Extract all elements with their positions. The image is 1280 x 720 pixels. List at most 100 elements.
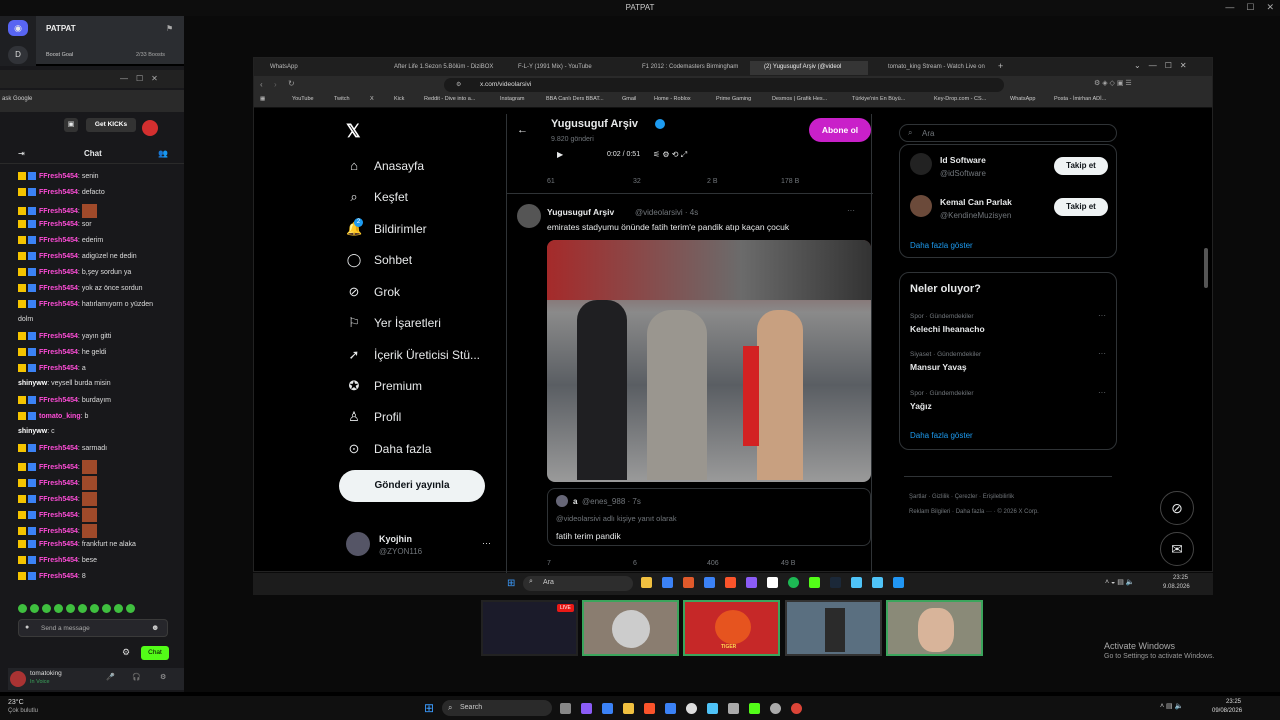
view-count[interactable]: 178 B [781,178,799,185]
tab-dizibox[interactable]: After Life 1.Sezon 5.Bölüm - DiziBOX [380,61,500,75]
bookmark[interactable]: X [370,96,374,102]
forward-icon[interactable]: › [274,80,277,89]
users-icon[interactable]: 👥 [158,149,168,158]
chat-username[interactable]: FFresh5454 [39,269,78,276]
reload-icon[interactable]: ↻ [288,79,295,88]
chat-username[interactable]: FFresh5454 [39,528,78,535]
avatar[interactable] [910,153,932,175]
more-icon[interactable]: ··· [1098,311,1106,320]
follow-suggestion-name[interactable]: Kemal Can Parlak [940,197,1012,207]
nav-more[interactable]: ⊙ Daha fazla [346,441,432,457]
show-more-link[interactable]: Daha fazla göster [910,431,973,440]
app-icon[interactable] [686,703,697,714]
chat-username[interactable]: FFresh5454 [39,464,78,471]
repost-count[interactable]: 6 [633,560,637,567]
chat-username[interactable]: FFresh5454 [39,173,78,180]
server-name[interactable]: PATPAT [46,24,76,33]
thumbnail-user[interactable] [886,600,983,656]
app-icon[interactable] [728,703,739,714]
more-icon[interactable]: ··· [847,206,855,215]
reply-count[interactable]: 7 [547,560,551,567]
app-icon[interactable] [725,577,736,588]
show-more-link[interactable]: Daha fazla göster [910,241,973,250]
footer-link[interactable]: Reklam Bilgileri [909,509,950,515]
chat-username[interactable]: FFresh5454 [39,333,78,340]
tab-youtube[interactable]: F-L-Y (1991 Mix) - YouTube [504,61,624,75]
collapse-icon[interactable]: ⇥ [18,149,25,158]
nav-profile[interactable]: ♙ Profil [346,409,401,425]
app-icon[interactable] [872,577,883,588]
app-icon[interactable] [851,577,862,588]
bookmark[interactable]: Home - Roblox [654,96,691,102]
chat-username[interactable]: FFresh5454 [39,480,78,487]
chat-username[interactable]: FFresh5454 [39,445,78,452]
trend-name[interactable]: Mansur Yavaş [910,362,967,372]
tab-kick[interactable]: tomato_king Stream - Watch Live on [874,61,994,75]
app-icon[interactable] [644,703,655,714]
nav-chat[interactable]: ◯ Sohbet [346,252,412,268]
avatar[interactable] [910,195,932,217]
like-count[interactable]: 406 [707,560,719,567]
bookmark[interactable]: Reddit - Dive into a... [424,96,475,102]
emote-icon[interactable] [66,604,75,613]
emote-icon[interactable] [30,604,39,613]
chat-send-button[interactable]: Chat [141,646,169,660]
app-icon[interactable] [665,703,676,714]
emoji-icon[interactable]: ☻ [151,623,159,632]
subscribe-button[interactable]: Abone ol [809,118,871,142]
app-icon[interactable] [662,577,673,588]
thumbnail-user[interactable] [582,600,679,656]
app-icon[interactable] [830,577,841,588]
scrollbar[interactable] [1204,248,1208,288]
tab-f1[interactable]: F1 2012 : Codemasters Birmingham [628,61,748,75]
nav-grok[interactable]: ⊘ Grok [346,284,400,300]
trend-name[interactable]: Yağız [910,401,932,411]
bookmark[interactable]: Posta - İmirhan ADİ... [1054,96,1106,102]
app-icon[interactable] [707,703,718,714]
apps-icon[interactable]: ▦ [260,96,265,102]
emote-icon[interactable] [18,604,27,613]
bookmark[interactable]: Desmos | Grafik Hes... [772,96,827,102]
account-name[interactable]: Kyojhin [379,534,412,544]
chat-username[interactable]: FFresh5454 [39,397,78,404]
app-icon[interactable] [767,577,778,588]
quoted-reply[interactable]: a @enes_988 · 7s @videolarsivi adlı kişi… [547,488,871,546]
chat-username[interactable]: FFresh5454 [39,253,78,260]
search-label[interactable]: ask Google [2,96,32,102]
app-icon[interactable] [641,577,652,588]
like-count[interactable]: 2 B [707,178,718,185]
bookmark[interactable]: Instagram [500,96,524,102]
footer-link[interactable]: Daha fazla ··· [956,509,992,515]
chat-username[interactable]: shinyww [18,428,47,435]
get-kicks-button[interactable]: Get KICKs [86,118,136,132]
bookmark[interactable]: Key-Drop.com - CS... [934,96,986,102]
chat-username[interactable]: FFresh5454 [39,208,78,215]
bookmark[interactable]: Prime Gaming [716,96,751,102]
weather-temp[interactable]: 23°C [8,699,24,706]
thumbnail-stream[interactable]: LIVE [481,600,578,656]
chat-username[interactable]: FFresh5454 [39,301,78,308]
theater-icon[interactable]: ▣ [64,118,78,132]
chat-username[interactable]: FFresh5454 [39,349,78,356]
more-icon[interactable]: ··· [1098,349,1106,358]
settings-gear-icon[interactable]: ⚙ [122,647,130,658]
bookmark[interactable]: WhatsApp [1010,96,1035,102]
nav-home[interactable]: ⌂ Anasayfa [346,158,424,174]
footer-link[interactable]: Erişilebilirlik [983,494,1014,500]
chat-username[interactable]: FFresh5454 [39,365,78,372]
chat-username[interactable]: FFresh5454 [39,512,78,519]
play-icon[interactable]: ▶ [557,150,563,159]
app-icon[interactable] [560,703,571,714]
messages-floating-icon[interactable]: ✉ [1160,532,1194,566]
start-icon[interactable]: ⊞ [424,701,434,715]
nav-explore[interactable]: ⌕ Keşfet [346,189,408,205]
chat-username[interactable]: shinyww [18,380,47,387]
chat-username[interactable]: FFresh5454 [39,573,78,580]
close-icon[interactable]: ✕ [1266,2,1274,13]
chat-username[interactable]: FFresh5454 [39,237,78,244]
tweet-author[interactable]: Yugusuguf Arşiv [547,207,614,217]
nav-premium[interactable]: ✪ Premium [346,378,422,394]
more-icon[interactable]: ··· [1098,388,1106,397]
app-icon[interactable] [704,577,715,588]
follow-button[interactable]: Takip et [1054,198,1108,216]
